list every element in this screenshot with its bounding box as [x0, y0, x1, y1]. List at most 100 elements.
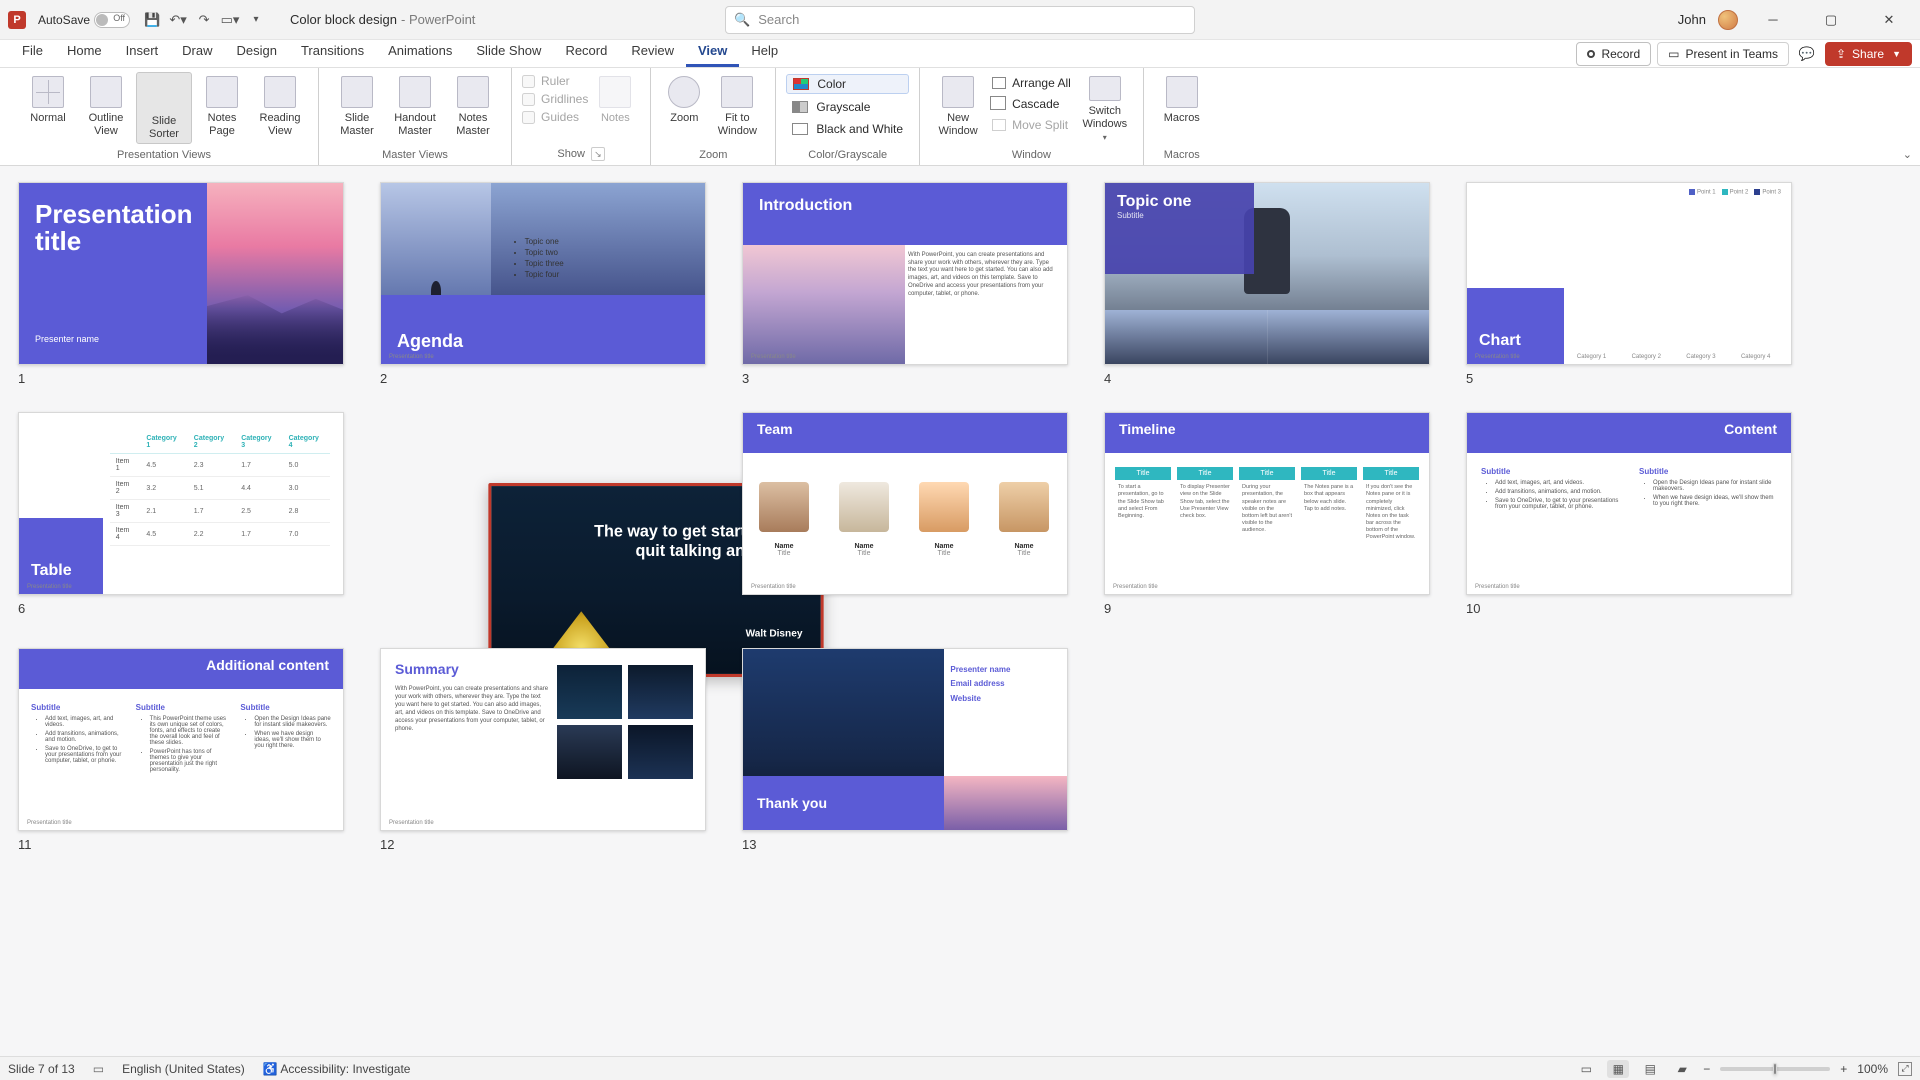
tab-view[interactable]: View — [686, 39, 739, 67]
autosave-toggle[interactable]: AutoSave Off — [38, 12, 130, 28]
slide-number: 10 — [1466, 601, 1792, 616]
fit-to-window-button[interactable]: Fit to Window — [709, 72, 765, 144]
switch-windows-icon — [1089, 76, 1121, 101]
arrange-all-button[interactable]: Arrange All — [988, 74, 1075, 92]
color-mode-button[interactable]: Color — [786, 74, 909, 94]
comments-icon[interactable]: 💬 — [1795, 42, 1819, 66]
language-indicator[interactable]: English (United States) — [122, 1062, 245, 1076]
slide6-title: Table — [19, 518, 103, 594]
dialog-launcher-icon[interactable]: ↘ — [591, 147, 605, 161]
slide-thumbnail-5[interactable]: Point 1 Point 2 Point 3 Category 1 Categ… — [1466, 182, 1792, 386]
redo-icon[interactable]: ↷ — [196, 12, 212, 28]
slide-thumbnail-8[interactable]: Team NameTitle NameTitle NameTitle NameT… — [742, 412, 1068, 622]
slide12-title: Summary — [395, 661, 459, 677]
user-name[interactable]: John — [1678, 12, 1706, 27]
slide-number: 4 — [1104, 371, 1430, 386]
search-input[interactable]: 🔍 Search — [725, 6, 1195, 34]
accessibility-indicator[interactable]: ♿ Accessibility: Investigate — [263, 1062, 411, 1076]
tab-animations[interactable]: Animations — [376, 39, 464, 67]
group-color-grayscale: Color Grayscale Black and White Color/Gr… — [776, 68, 920, 165]
ribbon-tabs: File Home Insert Draw Design Transitions… — [0, 40, 1920, 68]
slide-sorter-pane[interactable]: Presentation title Presenter name 1 Topi… — [0, 166, 1920, 1056]
customize-qat-icon[interactable]: ▾ — [248, 12, 264, 28]
tab-file[interactable]: File — [10, 39, 55, 67]
zoom-level[interactable]: 100% — [1857, 1062, 1888, 1076]
minimize-button[interactable]: ─ — [1750, 0, 1796, 40]
reading-view-button[interactable]: Reading View — [252, 72, 308, 144]
share-button[interactable]: ⇪Share▼ — [1825, 42, 1912, 66]
tab-slideshow[interactable]: Slide Show — [464, 39, 553, 67]
notes-icon — [599, 76, 631, 108]
tab-help[interactable]: Help — [739, 39, 790, 67]
slide-thumbnail-4[interactable]: Topic one Subtitle 4 — [1104, 182, 1430, 386]
normal-view-icon[interactable]: ▭ — [1575, 1060, 1597, 1078]
slide-thumbnail-11[interactable]: Additional content SubtitleAdd text, ima… — [18, 648, 344, 852]
tab-insert[interactable]: Insert — [114, 39, 171, 67]
tab-review[interactable]: Review — [619, 39, 686, 67]
notes-master-button[interactable]: Notes Master — [445, 72, 501, 144]
bw-mode-button[interactable]: Black and White — [786, 120, 909, 138]
tab-home[interactable]: Home — [55, 39, 114, 67]
slide-thumbnail-7[interactable]: The way to get started is to quit talkin… — [380, 412, 706, 622]
zoom-slider[interactable] — [1720, 1067, 1830, 1071]
toggle-switch[interactable]: Off — [94, 12, 130, 28]
slide-number: 1 — [18, 371, 344, 386]
cascade-button[interactable]: Cascade — [988, 95, 1075, 113]
tab-record[interactable]: Record — [553, 39, 619, 67]
zoom-in-button[interactable]: + — [1840, 1062, 1847, 1076]
slide-master-button[interactable]: Slide Master — [329, 72, 385, 144]
zoom-out-button[interactable]: − — [1703, 1062, 1710, 1076]
start-show-icon[interactable]: ▭▾ — [222, 12, 238, 28]
tab-draw[interactable]: Draw — [170, 39, 224, 67]
undo-icon[interactable]: ↶▾ — [170, 12, 186, 28]
slide-thumbnail-10[interactable]: Content Subtitle Add text, images, art, … — [1466, 412, 1792, 622]
sorter-view-icon[interactable]: ▦ — [1607, 1060, 1629, 1078]
slide-sorter-button[interactable]: Slide Sorter — [136, 72, 192, 144]
close-button[interactable]: ✕ — [1866, 0, 1912, 40]
record-icon — [1587, 50, 1595, 58]
zoom-button[interactable]: Zoom — [661, 72, 707, 144]
slide-thumbnail-9[interactable]: Timeline TitleTo start a presentation, g… — [1104, 412, 1430, 622]
group-label: Master Views — [382, 147, 448, 165]
slide-master-icon — [341, 76, 373, 108]
notes-page-button[interactable]: Notes Page — [194, 72, 250, 144]
switch-windows-button[interactable]: Switch Windows ▾ — [1077, 72, 1133, 144]
record-button[interactable]: Record — [1576, 42, 1651, 66]
collapse-ribbon-icon[interactable]: ⌄ — [1903, 148, 1912, 161]
chart-area — [1564, 193, 1783, 354]
slide-thumbnail-12[interactable]: Summary With PowerPoint, you can create … — [380, 648, 706, 852]
new-window-button[interactable]: New Window — [930, 72, 986, 144]
slide3-body: With PowerPoint, you can create presenta… — [908, 252, 1057, 299]
outline-view-button[interactable]: Outline View — [78, 72, 134, 144]
slide-thumbnail-1[interactable]: Presentation title Presenter name 1 — [18, 182, 344, 386]
slideshow-view-icon[interactable]: ▰ — [1671, 1060, 1693, 1078]
maximize-button[interactable]: ▢ — [1808, 0, 1854, 40]
slide-indicator[interactable]: Slide 7 of 13 — [8, 1062, 75, 1076]
group-show: Ruler Gridlines Guides Notes Show↘ — [512, 68, 651, 165]
handout-master-button[interactable]: Handout Master — [387, 72, 443, 144]
share-icon: ⇪ — [1836, 47, 1846, 61]
tab-design[interactable]: Design — [225, 39, 289, 67]
reading-view-icon[interactable]: ▤ — [1639, 1060, 1661, 1078]
notes-icon[interactable]: ▭ — [93, 1062, 104, 1076]
macros-button[interactable]: Macros — [1154, 72, 1210, 144]
reading-icon — [264, 76, 296, 108]
slide-thumbnail-3[interactable]: Introduction With PowerPoint, you can cr… — [742, 182, 1068, 386]
document-title: Color block design - PowerPoint — [290, 12, 475, 27]
tab-transitions[interactable]: Transitions — [289, 39, 376, 67]
slide-number: 3 — [742, 371, 1068, 386]
slide-thumbnail-6[interactable]: Category 1Category 2Category 3Category 4… — [18, 412, 344, 622]
slide-thumbnail-2[interactable]: Topic one Topic two Topic three Topic fo… — [380, 182, 706, 386]
grayscale-mode-button[interactable]: Grayscale — [786, 98, 909, 116]
slide-number: 2 — [380, 371, 706, 386]
slide-number: 12 — [380, 837, 706, 852]
avatar[interactable] — [1718, 10, 1738, 30]
normal-view-button[interactable]: Normal — [20, 72, 76, 144]
screen-icon: ▭ — [1668, 47, 1679, 61]
slide-thumbnail-13[interactable]: Thank you Presenter name Email address W… — [742, 648, 1068, 852]
present-in-teams-button[interactable]: ▭Present in Teams — [1657, 42, 1789, 66]
save-icon[interactable]: 💾 — [144, 12, 160, 28]
fit-to-window-icon[interactable]: ⤢ — [1898, 1062, 1912, 1076]
group-label: Window — [1012, 147, 1051, 165]
slide1-presenter: Presenter name — [35, 334, 99, 344]
